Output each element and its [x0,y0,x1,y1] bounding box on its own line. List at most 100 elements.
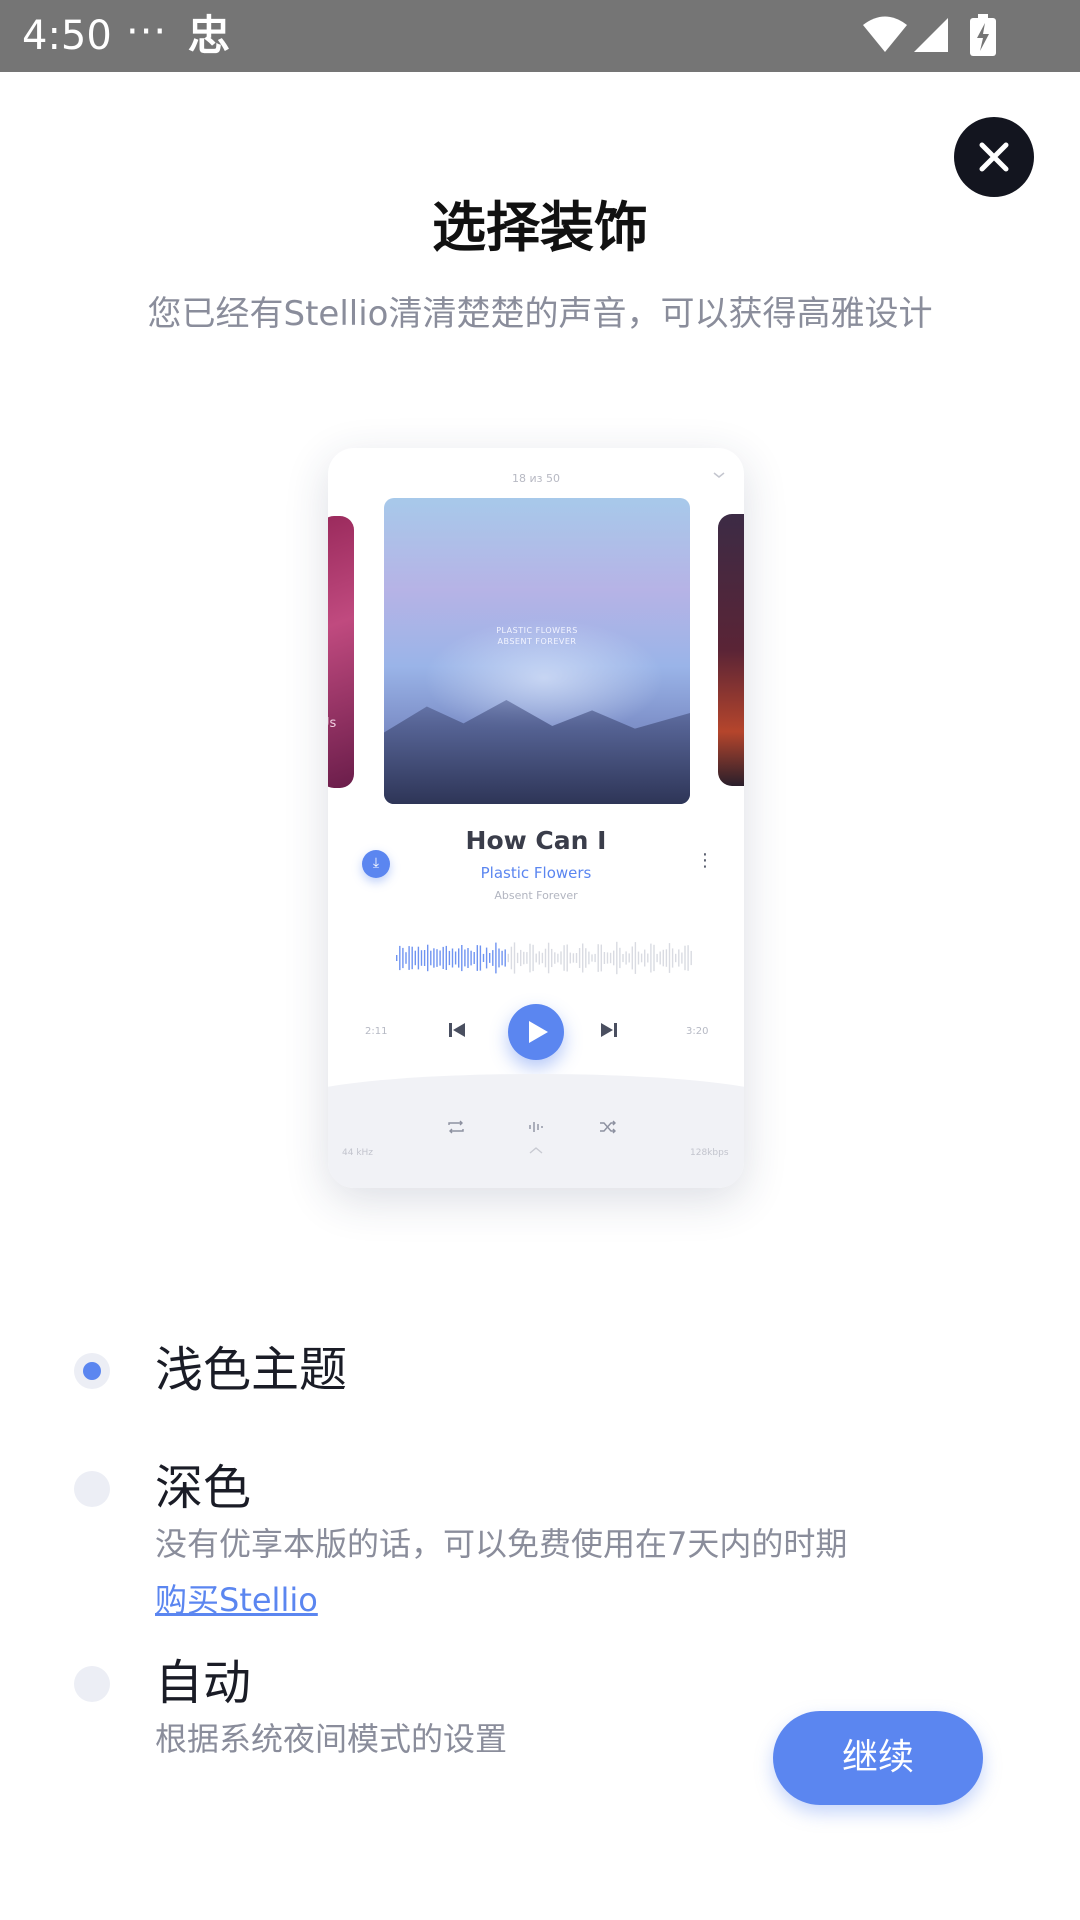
waveform-bar [417,946,420,970]
waveform-bar [662,949,664,967]
waveform-bar [544,948,547,968]
waveform-bar [501,950,503,966]
waveform-bar [541,952,544,964]
waveform-bar [628,953,630,963]
waveform-bar [591,954,593,962]
waveform-bar [498,948,500,968]
waveform-bar [454,951,457,965]
status-bar: 4:50 ··· 忠 [0,0,1080,72]
waveform-bar [402,947,404,969]
page-subtitle: 您已经有Stellio清清楚楚的声音，可以获得高雅设计 [147,294,933,334]
skip-next-icon [601,1023,617,1037]
theme-preview: 18 из 50 Us PLASTIC FLOWERS ABSENT FOREV… [328,448,744,1188]
waveform-bar [458,948,460,968]
waveform-bar [523,951,525,965]
preview-waveform [396,941,692,975]
radio-dark-theme[interactable] [74,1471,110,1507]
chevron-down-icon [713,472,725,478]
waveform-bar [442,946,444,969]
waveform-bar [640,953,643,963]
waveform-bar [405,952,407,964]
waveform-bar [396,955,398,961]
waveform-bar [473,952,475,964]
waveform-bar [430,950,432,966]
repeat-icon [448,1120,464,1134]
waveform-bar [606,952,609,964]
waveform-bar [482,953,485,962]
continue-button[interactable]: 继续 [773,1711,983,1805]
waveform-bar [476,945,478,971]
waveform-bar [675,953,677,963]
option-dark-theme-title: 深色 [155,1460,252,1516]
waveform-bar [423,950,426,966]
waveform-bar [414,950,416,966]
waveform-bar [582,943,584,973]
shuffle-icon [600,1120,616,1134]
waveform-bar [668,943,671,973]
close-button[interactable] [954,117,1034,197]
waveform-bar [485,947,488,969]
waveform-bar [665,949,668,967]
preview-previous-cover-text: Us [328,716,337,731]
waveform-bar [678,949,680,967]
waveform-bar [647,953,649,963]
waveform-bar [445,945,447,970]
option-dark-theme-description: 没有优享本版的话，可以免费使用在7天内的时期 [155,1525,848,1563]
waveform-bar [427,944,429,972]
preview-album-cover: PLASTIC FLOWERS ABSENT FOREVER [384,498,690,804]
preview-sample-rate: 44 kHz [342,1148,374,1158]
waveform-bar [600,944,602,972]
waveform-bar [684,945,686,971]
waveform-bar [495,942,497,974]
waveform-bar [554,952,556,964]
waveform-bar [656,953,658,963]
waveform-bar [504,949,506,967]
option-light-theme-title: 浅色主题 [155,1342,348,1398]
preview-bitrate: 128kbps [690,1148,729,1158]
waveform-bar [529,943,531,973]
waveform-bar [650,943,652,973]
waveform-bar [566,944,568,972]
waveform-bar [535,953,537,963]
waveform-bar [464,949,466,967]
waveform-bar [653,944,655,972]
waveform-bar [467,948,469,968]
status-more-notifications-icon: ··· [126,9,168,55]
waveform-bar [510,946,513,970]
waveform-bar [538,951,540,965]
preview-previous-cover: Us [328,516,354,788]
waveform-bar [575,953,578,963]
option-auto-theme-description: 根据系统夜间模式的设置 [155,1720,508,1758]
preview-play-button [508,1004,564,1060]
album-cover-fog [424,618,664,738]
waveform-bar [597,944,599,972]
equalizer-icon [529,1122,543,1132]
waveform-bar [572,953,575,963]
waveform-bar [451,948,454,968]
buy-stellio-link[interactable]: 购买Stellio [155,1579,318,1621]
album-cover-text-2: ABSENT FOREVER [497,637,577,646]
waveform-bar [585,948,587,968]
waveform-bar [532,944,534,972]
waveform-bar [448,950,451,966]
waveform-bar [547,942,550,974]
radio-auto-theme[interactable] [74,1666,110,1702]
waveform-bar [594,953,596,963]
waveform-bar [644,949,646,967]
waveform-bar [557,953,559,963]
waveform-bar [520,949,522,967]
waveform-bar [439,950,441,966]
waveform-bar [588,951,590,965]
status-time: 4:50 [22,13,112,59]
waveform-bar [479,945,482,971]
waveform-bar [659,951,661,965]
close-icon [979,142,1009,172]
waveform-bar [513,942,516,974]
waveform-bar [526,952,528,964]
waveform-bar [631,946,633,970]
option-auto-theme-title: 自动 [155,1655,252,1711]
waveform-bar [551,948,553,968]
waveform-bar [563,945,565,971]
waveform-bar [399,945,401,971]
radio-light-theme[interactable] [74,1353,110,1389]
